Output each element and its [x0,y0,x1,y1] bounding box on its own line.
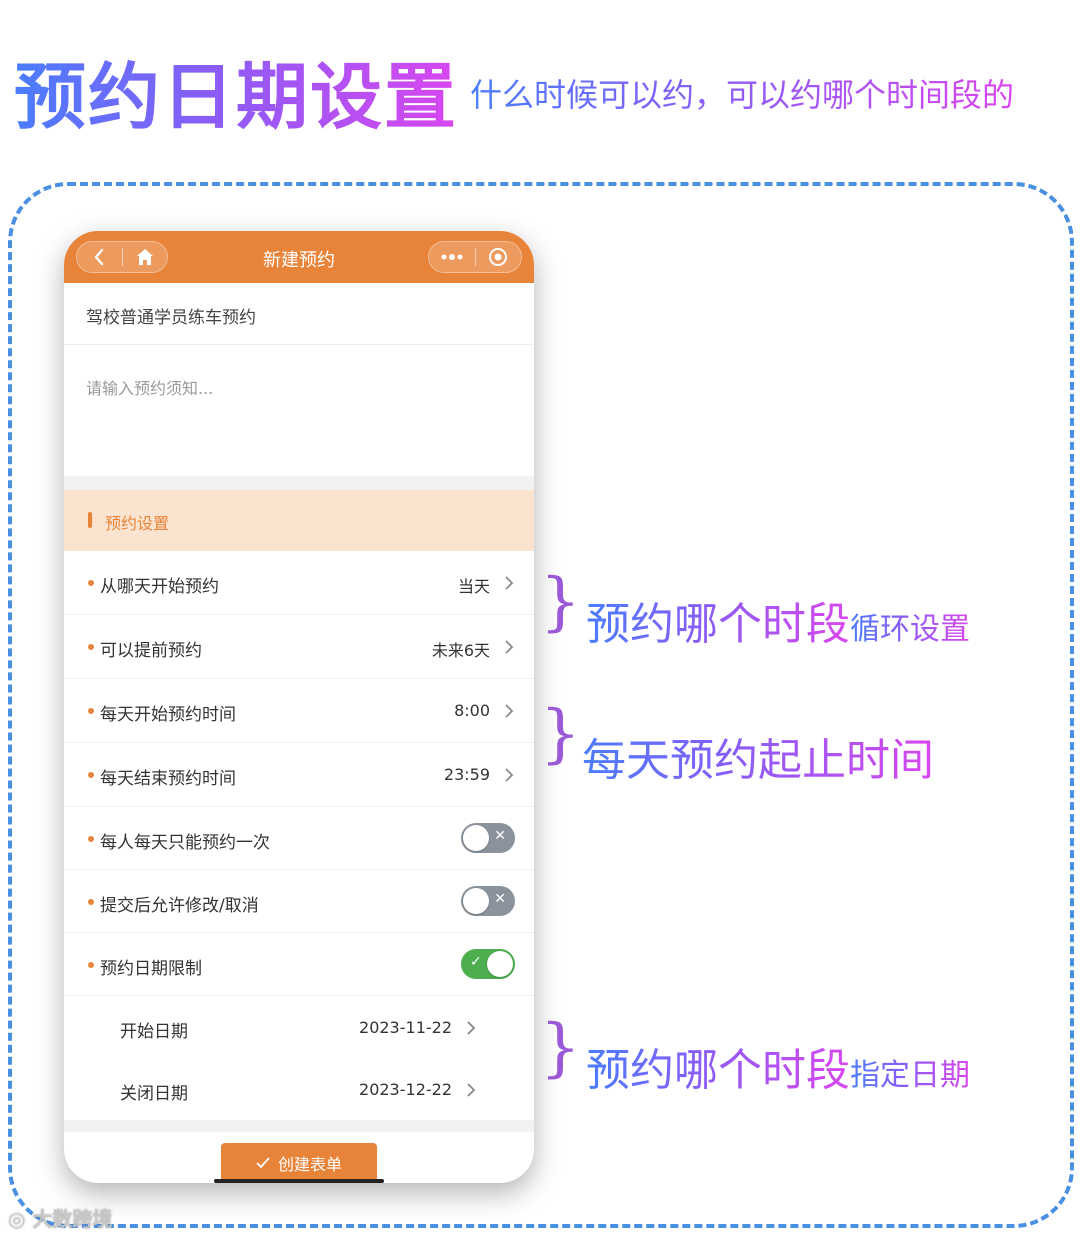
brace-icon: } [540,1011,581,1085]
annotation-sub: 循环设置 [850,612,970,647]
close-icon: ✕ [494,891,506,907]
check-icon [256,1157,270,1169]
brace-icon: } [540,697,581,771]
watermark: ◎ 大数跨境 [8,1203,112,1232]
bullet-dot [88,772,94,778]
date-row-start[interactable]: 开始日期 2023-11-22 [64,996,534,1058]
chevron-right-icon [505,576,514,590]
page-subtitle: 什么时候可以约，可以约哪个时间段的 [470,70,1014,116]
section-gap [64,476,534,490]
row-value: 2023-12-22 [359,1080,452,1099]
nav-bar: 新建预约 [64,231,534,283]
row-label: 从哪天开始预约 [100,577,219,597]
setting-row-allow-edit: 提交后允许修改/取消 ✕ [64,870,534,933]
chevron-right-icon [505,640,514,654]
divider [64,344,534,345]
brace-icon: } [540,565,581,639]
date-limit-toggle[interactable]: ✓ [461,949,515,979]
row-label: 每天结束预约时间 [100,769,236,789]
row-value: 当天 [457,577,490,596]
chevron-right-icon [505,704,514,718]
weibo-logo-icon: ◎ [8,1207,33,1231]
section-label: 预约设置 [105,514,170,533]
row-value: 2023-11-22 [359,1018,452,1037]
chevron-right-icon [467,1021,476,1035]
row-label: 提交后允许修改/取消 [100,896,259,916]
once-per-day-toggle[interactable]: ✕ [461,823,515,853]
setting-row-date-limit: 预约日期限制 ✓ [64,933,534,996]
annotation-main: 每天预约起止时间 [582,735,934,786]
bullet-dot [88,962,94,968]
close-miniapp-button[interactable] [476,242,522,272]
date-row-end[interactable]: 关闭日期 2023-12-22 [64,1058,534,1120]
row-label: 预约日期限制 [100,959,202,979]
phone-screen: 新建预约 驾校普通学员练车预约 请输入预约须知... 预约设置 从哪天开始预约 … [64,231,534,1183]
row-label: 开始日期 [120,1022,188,1042]
chevron-right-icon [505,768,514,782]
create-form-label: 创建表单 [277,1155,342,1174]
bullet-dot [88,708,94,714]
setting-row-daily-start-time[interactable]: 每天开始预约时间 8:00 [64,679,534,743]
check-icon: ✓ [470,954,482,970]
bullet-dot [88,899,94,905]
setting-row-daily-end-time[interactable]: 每天结束预约时间 23:59 [64,743,534,807]
annotation-cycle: 预约哪个时段循环设置 [586,588,970,652]
annotation-main: 预约哪个时段 [586,1045,850,1096]
more-button[interactable] [429,242,475,272]
notice-textarea[interactable]: 请输入预约须知... [86,375,213,399]
row-value: 未来6天 [431,641,490,660]
annotation-fixed-date: 预约哪个时段指定日期 [586,1034,970,1098]
bullet-dot [88,836,94,842]
row-value: 23:59 [443,765,490,784]
row-label: 每人每天只能预约一次 [100,833,270,853]
nav-capsule-right [428,241,522,273]
ellipsis-icon [441,254,463,260]
section-accent-bar [88,512,92,528]
section-gap [64,1120,534,1132]
create-form-button[interactable]: 创建表单 [221,1143,377,1183]
setting-row-once-per-day: 每人每天只能预约一次 ✕ [64,807,534,870]
annotation-daily-time: 每天预约起止时间 [582,724,934,788]
home-indicator [214,1179,384,1183]
bullet-dot [88,644,94,650]
chevron-right-icon [467,1083,476,1097]
allow-edit-toggle[interactable]: ✕ [461,886,515,916]
setting-row-advance-days[interactable]: 可以提前预约 未来6天 [64,615,534,679]
section-header: 预约设置 [64,490,534,551]
watermark-text: 大数跨境 [32,1207,113,1231]
annotation-sub: 指定日期 [850,1058,970,1093]
close-icon: ✕ [494,828,506,844]
bullet-dot [88,580,94,586]
setting-row-start-day[interactable]: 从哪天开始预约 当天 [64,551,534,615]
row-label: 关闭日期 [120,1084,188,1104]
form-title-field[interactable]: 驾校普通学员练车预约 [86,303,256,328]
target-icon [489,248,508,266]
annotation-main: 预约哪个时段 [586,599,850,650]
row-value: 8:00 [454,701,490,720]
row-label: 每天开始预约时间 [100,705,236,725]
row-label: 可以提前预约 [100,641,202,661]
page-title: 预约日期设置 [14,38,458,143]
